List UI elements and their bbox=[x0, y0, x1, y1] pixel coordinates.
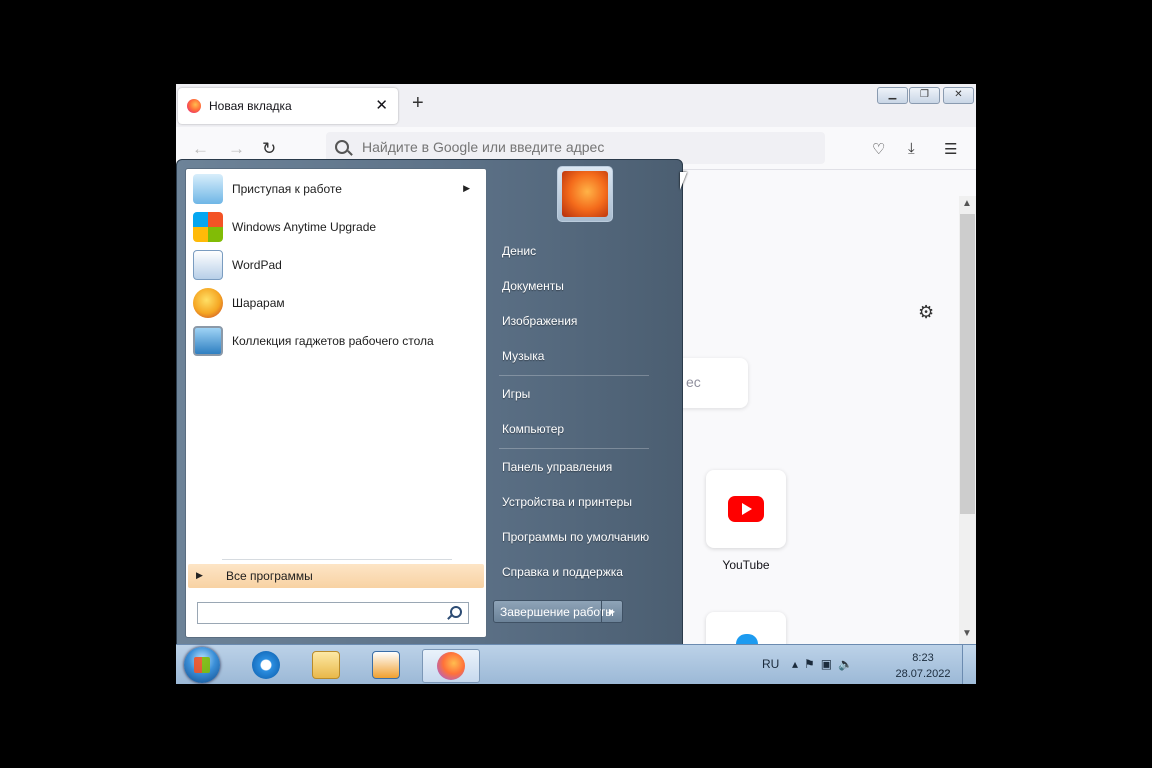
taskbar: RU ▴⚑▣🔈 8:23 28.07.2022 bbox=[176, 644, 976, 684]
start-search-input[interactable] bbox=[200, 605, 444, 623]
language-indicator[interactable]: RU bbox=[762, 657, 779, 671]
start-item-devices-printers[interactable]: Устройства и принтеры bbox=[502, 495, 632, 509]
start-item-default-programs[interactable]: Программы по умолчанию bbox=[502, 530, 649, 544]
top-site-youtube[interactable] bbox=[706, 470, 786, 548]
scroll-down-icon[interactable]: ▼ bbox=[962, 628, 972, 639]
minimize-button[interactable]: ▁ bbox=[877, 87, 908, 104]
windows-flag-icon bbox=[193, 212, 223, 242]
scroll-up-icon[interactable]: ▲ bbox=[962, 198, 972, 209]
taskbar-explorer[interactable] bbox=[298, 649, 354, 681]
program-anytime-upgrade[interactable]: Windows Anytime Upgrade bbox=[190, 209, 482, 245]
show-desktop-button[interactable] bbox=[962, 645, 976, 684]
search-icon bbox=[335, 140, 349, 154]
start-item-games[interactable]: Игры bbox=[502, 387, 530, 401]
start-item-control-panel[interactable]: Панель управления bbox=[502, 460, 612, 474]
wordpad-icon bbox=[193, 250, 223, 280]
all-programs-button[interactable]: ▶ Все программы bbox=[188, 564, 484, 588]
program-getting-started[interactable]: Приступая к работе ▶ bbox=[190, 171, 482, 207]
search-icon bbox=[450, 606, 462, 618]
start-item-documents[interactable]: Документы bbox=[502, 279, 564, 293]
separator bbox=[222, 559, 452, 560]
start-menu: Приступая к работе ▶ Windows Anytime Upg… bbox=[176, 159, 683, 645]
browser-tab[interactable]: Новая вкладка ✕ bbox=[178, 88, 398, 124]
start-item-pictures[interactable]: Изображения bbox=[502, 314, 577, 328]
menu-icon[interactable]: ☰ bbox=[944, 140, 957, 158]
start-item-music[interactable]: Музыка bbox=[502, 349, 544, 363]
start-item-computer[interactable]: Компьютер bbox=[502, 422, 564, 436]
search-box-text: ес bbox=[686, 374, 701, 390]
clock[interactable]: 8:23 28.07.2022 bbox=[888, 650, 958, 682]
start-item-help[interactable]: Справка и поддержка bbox=[502, 565, 623, 579]
start-button[interactable] bbox=[184, 647, 220, 683]
close-window-button[interactable]: ✕ bbox=[943, 87, 974, 104]
taskbar-firefox[interactable] bbox=[422, 649, 480, 683]
separator bbox=[499, 375, 649, 376]
user-avatar[interactable] bbox=[557, 166, 613, 222]
new-tab-button[interactable]: + bbox=[412, 93, 424, 113]
desktop-screen: Новая вкладка ✕ + ▁ ❐ ✕ ← → ↻ ♡ ⤓ ☰ ⚙ ▲ … bbox=[176, 84, 976, 684]
firefox-icon bbox=[437, 652, 465, 680]
program-gadgets[interactable]: Коллекция гаджетов рабочего стола bbox=[190, 323, 482, 359]
start-search-field[interactable] bbox=[197, 602, 469, 624]
shutdown-button[interactable]: Завершение работы ▶ bbox=[493, 600, 623, 623]
tab-title: Новая вкладка bbox=[209, 99, 292, 113]
media-player-icon bbox=[372, 651, 400, 679]
top-site-label: YouTube bbox=[722, 558, 770, 572]
taskbar-media-player[interactable] bbox=[358, 649, 414, 681]
start-item-user[interactable]: Денис bbox=[502, 244, 536, 258]
arrow-right-icon: ▶ bbox=[196, 570, 203, 580]
separator bbox=[499, 448, 649, 449]
submenu-arrow-icon: ▶ bbox=[463, 183, 470, 193]
clock-time: 8:23 bbox=[912, 652, 934, 664]
getting-started-icon bbox=[193, 174, 223, 204]
flower-picture bbox=[562, 171, 608, 217]
url-input[interactable] bbox=[360, 138, 804, 156]
mouse-cursor-icon bbox=[680, 172, 687, 190]
gadgets-icon bbox=[193, 326, 223, 356]
pocket-icon[interactable]: ♡ bbox=[872, 140, 885, 158]
scroll-thumb[interactable] bbox=[960, 214, 975, 514]
settings-gear-icon[interactable]: ⚙ bbox=[918, 302, 934, 323]
forward-icon[interactable]: → bbox=[228, 139, 245, 159]
back-icon[interactable]: ← bbox=[192, 139, 209, 159]
youtube-icon bbox=[728, 496, 764, 522]
restore-button[interactable]: ❐ bbox=[909, 87, 940, 104]
folder-icon bbox=[312, 651, 340, 679]
system-tray[interactable]: ▴⚑▣🔈 bbox=[792, 657, 859, 671]
clock-date: 28.07.2022 bbox=[895, 668, 951, 680]
reload-icon[interactable]: ↻ bbox=[262, 139, 276, 159]
shutdown-options-arrow-icon[interactable]: ▶ bbox=[601, 601, 622, 622]
program-wordpad[interactable]: WordPad bbox=[190, 247, 482, 283]
taskbar-ie[interactable] bbox=[238, 649, 294, 681]
close-tab-icon[interactable]: ✕ bbox=[375, 96, 388, 114]
internet-explorer-icon bbox=[252, 651, 280, 679]
program-shararam[interactable]: Шарарам bbox=[190, 285, 482, 321]
firefox-icon bbox=[187, 99, 201, 113]
download-icon[interactable]: ⤓ bbox=[908, 140, 915, 157]
shararam-icon bbox=[193, 288, 223, 318]
browser-titlebar: Новая вкладка ✕ + ▁ ❐ ✕ bbox=[176, 84, 976, 127]
scrollbar[interactable]: ▲ ▼ bbox=[959, 196, 976, 644]
start-menu-programs-pane: Приступая к работе ▶ Windows Anytime Upg… bbox=[185, 168, 487, 638]
